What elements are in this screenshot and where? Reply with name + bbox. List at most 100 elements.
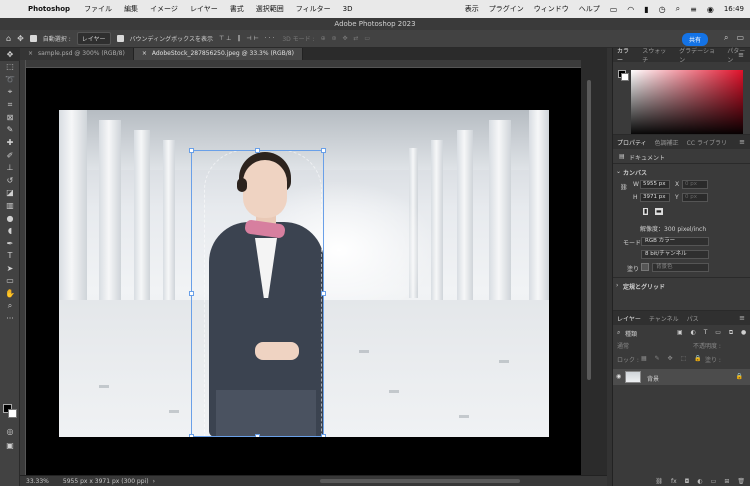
link-layers-icon[interactable]: ⛓ bbox=[655, 478, 663, 485]
transform-handle[interactable] bbox=[255, 434, 260, 437]
vertical-scrollbar[interactable] bbox=[581, 60, 607, 475]
landscape-orientation-icon[interactable]: ▬ bbox=[655, 208, 663, 215]
tab-adobestock[interactable]: × AdobeStock_287856250.jpeg @ 33.3% (RGB/… bbox=[133, 48, 303, 60]
wifi-icon[interactable]: ◠ bbox=[627, 5, 634, 14]
x-field[interactable]: 0 px bbox=[682, 180, 708, 189]
fx-icon[interactable]: fx bbox=[671, 478, 677, 485]
move-tool-icon[interactable]: ✥ bbox=[17, 34, 24, 43]
menu-edit[interactable]: 編集 bbox=[124, 4, 138, 14]
transform-bounding-box[interactable] bbox=[189, 148, 326, 437]
menu-window[interactable]: ウィンドウ bbox=[534, 4, 569, 14]
tab-properties[interactable]: プロパティ bbox=[617, 138, 647, 147]
app-menu[interactable]: Photoshop bbox=[28, 5, 70, 13]
tab-sample[interactable]: × sample.psd @ 300% (RGB/8) bbox=[20, 48, 134, 60]
tab-swatches[interactable]: スウォッチ bbox=[642, 46, 671, 64]
document-image[interactable] bbox=[59, 110, 549, 437]
y-field[interactable]: 0 px bbox=[682, 193, 708, 202]
frame-tool-icon[interactable]: ⊠ bbox=[0, 111, 20, 124]
siri-icon[interactable]: ◉ bbox=[707, 5, 714, 14]
bit-depth-dropdown[interactable]: 8 bit/チャンネル bbox=[641, 250, 709, 259]
control-center-icon[interactable]: ≡ bbox=[690, 5, 697, 14]
menu-layer[interactable]: レイヤー bbox=[190, 4, 218, 14]
new-group-icon[interactable]: ▭ bbox=[711, 478, 717, 485]
background-color-swatch[interactable] bbox=[621, 73, 629, 81]
search-icon[interactable]: ⌕ bbox=[617, 329, 620, 337]
eraser-tool-icon[interactable]: ◪ bbox=[0, 187, 20, 200]
mode-dropdown[interactable]: RGB カラー bbox=[641, 237, 709, 246]
width-field[interactable]: 5955 px bbox=[640, 180, 670, 189]
blend-mode-dropdown[interactable]: 通常 bbox=[617, 341, 629, 350]
panel-menu-icon[interactable]: ≡ bbox=[738, 51, 744, 59]
layer-filter-icons[interactable]: ▣ ◐ T ▭ ⧉ ● bbox=[677, 329, 749, 337]
pen-tool-icon[interactable]: ✒ bbox=[0, 237, 20, 250]
layer-row-background[interactable]: ◉ 背景 🔒 bbox=[613, 369, 750, 385]
auto-select-dropdown[interactable]: レイヤー bbox=[76, 32, 111, 45]
tab-channels[interactable]: チャンネル bbox=[649, 314, 679, 323]
workspace-icon[interactable]: ▭ bbox=[736, 33, 744, 43]
quick-mask-icon[interactable]: ◎ bbox=[0, 425, 20, 438]
lock-icon[interactable]: 🔒 bbox=[736, 373, 743, 380]
tab-gradients[interactable]: グラデーション bbox=[679, 46, 719, 64]
trash-icon[interactable]: 🗑 bbox=[737, 478, 745, 485]
menu-type[interactable]: 書式 bbox=[230, 4, 244, 14]
search-icon[interactable]: ⌕ bbox=[724, 33, 728, 43]
path-select-tool-icon[interactable]: ➤ bbox=[0, 262, 20, 275]
tab-cc-libraries[interactable]: CC ライブラリ bbox=[687, 138, 727, 147]
menu-file[interactable]: ファイル bbox=[84, 4, 112, 14]
zoom-tool-icon[interactable]: ⌕ bbox=[0, 300, 20, 313]
menu-3d[interactable]: 3D bbox=[343, 5, 353, 13]
dodge-tool-icon[interactable]: ◖ bbox=[0, 224, 20, 237]
chevron-down-icon[interactable]: ⌄ bbox=[616, 168, 621, 175]
horizontal-ruler[interactable] bbox=[26, 60, 581, 68]
link-icon[interactable]: ⛓ bbox=[620, 184, 628, 191]
kind-filter-label[interactable]: 種類 bbox=[625, 329, 637, 338]
display-icon[interactable]: ▭ bbox=[610, 5, 618, 14]
hand-tool-icon[interactable]: ✋ bbox=[0, 287, 20, 300]
document-info[interactable]: 5955 px x 3971 px (300 ppi) bbox=[63, 478, 149, 485]
menu-view[interactable]: 表示 bbox=[465, 4, 479, 14]
transform-handle[interactable] bbox=[255, 148, 260, 153]
close-icon[interactable]: × bbox=[28, 50, 33, 57]
tab-color[interactable]: カラー bbox=[617, 46, 634, 64]
layer-thumbnail[interactable] bbox=[625, 371, 641, 383]
height-field[interactable]: 3971 px bbox=[640, 193, 670, 202]
close-icon[interactable]: × bbox=[142, 50, 147, 57]
fill-dropdown[interactable]: 背景色 bbox=[652, 263, 709, 272]
crop-tool-icon[interactable]: ⌗ bbox=[0, 98, 20, 111]
healing-brush-icon[interactable]: ✚ bbox=[0, 136, 20, 149]
screen-mode-icon[interactable]: ▣ bbox=[0, 439, 20, 452]
chevron-right-icon[interactable]: › bbox=[153, 478, 155, 485]
eye-icon[interactable]: ◉ bbox=[616, 373, 621, 380]
brush-tool-icon[interactable]: ✐ bbox=[0, 149, 20, 162]
search-icon[interactable]: ⌕ bbox=[676, 4, 680, 14]
menu-filter[interactable]: フィルター bbox=[296, 4, 331, 14]
layer-name[interactable]: 背景 bbox=[647, 374, 659, 383]
share-button[interactable]: 共有 bbox=[681, 33, 708, 46]
type-tool-icon[interactable]: T bbox=[0, 250, 20, 263]
tab-paths[interactable]: パス bbox=[687, 314, 699, 323]
canvas-area[interactable] bbox=[26, 68, 581, 475]
more-tools-icon[interactable]: ··· bbox=[0, 312, 20, 325]
new-layer-icon[interactable]: ⊞ bbox=[724, 478, 729, 485]
move-tool-icon[interactable]: ✥ bbox=[0, 48, 20, 61]
color-picker-field[interactable] bbox=[631, 70, 743, 136]
background-color-swatch[interactable] bbox=[8, 409, 17, 418]
horizontal-scrollbar[interactable] bbox=[320, 479, 520, 483]
tab-layers[interactable]: レイヤー bbox=[617, 314, 641, 323]
battery-icon[interactable]: ▮ bbox=[644, 5, 648, 14]
transform-handle[interactable] bbox=[189, 291, 194, 296]
portrait-orientation-icon[interactable]: ▮ bbox=[643, 208, 649, 215]
lasso-tool-icon[interactable]: ➰ bbox=[0, 73, 20, 86]
blur-tool-icon[interactable]: ● bbox=[0, 212, 20, 225]
history-brush-icon[interactable]: ↺ bbox=[0, 174, 20, 187]
stamp-tool-icon[interactable]: ⊥ bbox=[0, 161, 20, 174]
transform-handle[interactable] bbox=[189, 148, 194, 153]
fill-swatch[interactable] bbox=[641, 263, 649, 271]
menu-help[interactable]: ヘルプ bbox=[579, 4, 600, 14]
transform-handle[interactable] bbox=[189, 434, 194, 437]
auto-select-checkbox[interactable] bbox=[29, 35, 37, 42]
transform-handle[interactable] bbox=[321, 291, 326, 296]
chevron-right-icon[interactable]: › bbox=[616, 282, 618, 289]
object-select-tool-icon[interactable]: ⌖ bbox=[0, 86, 20, 99]
menu-select[interactable]: 選択範囲 bbox=[256, 4, 284, 14]
